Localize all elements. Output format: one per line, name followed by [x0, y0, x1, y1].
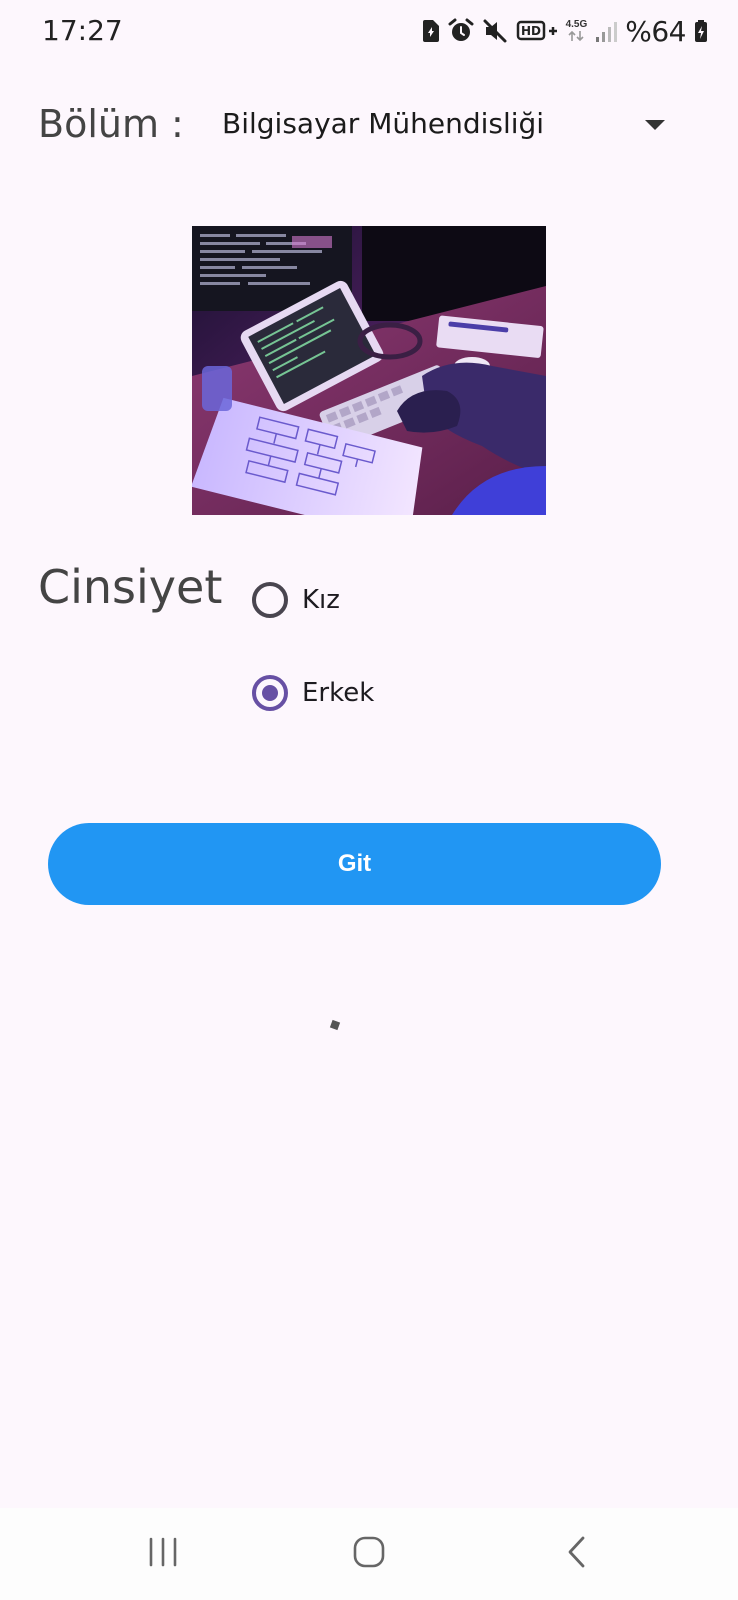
radio-option-erkek[interactable]: Erkek — [252, 665, 374, 721]
alarm-icon — [448, 18, 474, 44]
status-time: 17:27 — [42, 14, 123, 47]
signal-icon — [595, 19, 618, 43]
svg-text:HD: HD — [521, 24, 541, 38]
network-type: 4.5G — [565, 19, 588, 30]
back-icon — [565, 1535, 589, 1574]
radio-button-kiz[interactable] — [252, 582, 288, 618]
department-image — [192, 226, 546, 515]
radio-label-kiz: Kız — [302, 585, 340, 615]
recents-button[interactable] — [133, 1528, 193, 1580]
home-icon — [352, 1535, 386, 1574]
dropdown-arrow-icon — [644, 118, 666, 136]
loading-indicator — [329, 1019, 341, 1031]
status-icons: HD 4.5G %64 — [422, 14, 708, 48]
radio-selected-dot — [262, 685, 278, 701]
status-bar: 17:27 HD 4.5G %64 — [0, 0, 738, 62]
back-button[interactable] — [547, 1528, 607, 1580]
department-label: Bölüm : — [38, 102, 184, 146]
battery-percent: %64 — [625, 14, 686, 48]
gender-label: Cinsiyet — [38, 560, 223, 614]
home-button[interactable] — [339, 1528, 399, 1580]
radio-button-erkek[interactable] — [252, 675, 288, 711]
radio-label-erkek: Erkek — [302, 678, 375, 708]
mute-icon — [482, 18, 508, 44]
radio-option-kiz[interactable]: Kız — [252, 572, 340, 628]
department-row: Bölüm : Bilgisayar Mühendisliği — [0, 92, 738, 158]
department-dropdown[interactable]: Bilgisayar Mühendisliği — [210, 92, 680, 158]
battery-icon — [694, 19, 708, 43]
data-icon: 4.5G — [565, 19, 588, 42]
recents-icon — [147, 1537, 179, 1572]
department-selected-value: Bilgisayar Mühendisliği — [222, 107, 545, 140]
volte-icon: HD — [516, 18, 558, 44]
navigation-bar — [0, 1508, 738, 1600]
sim-icon — [422, 19, 440, 43]
git-button[interactable]: Git — [48, 823, 661, 905]
